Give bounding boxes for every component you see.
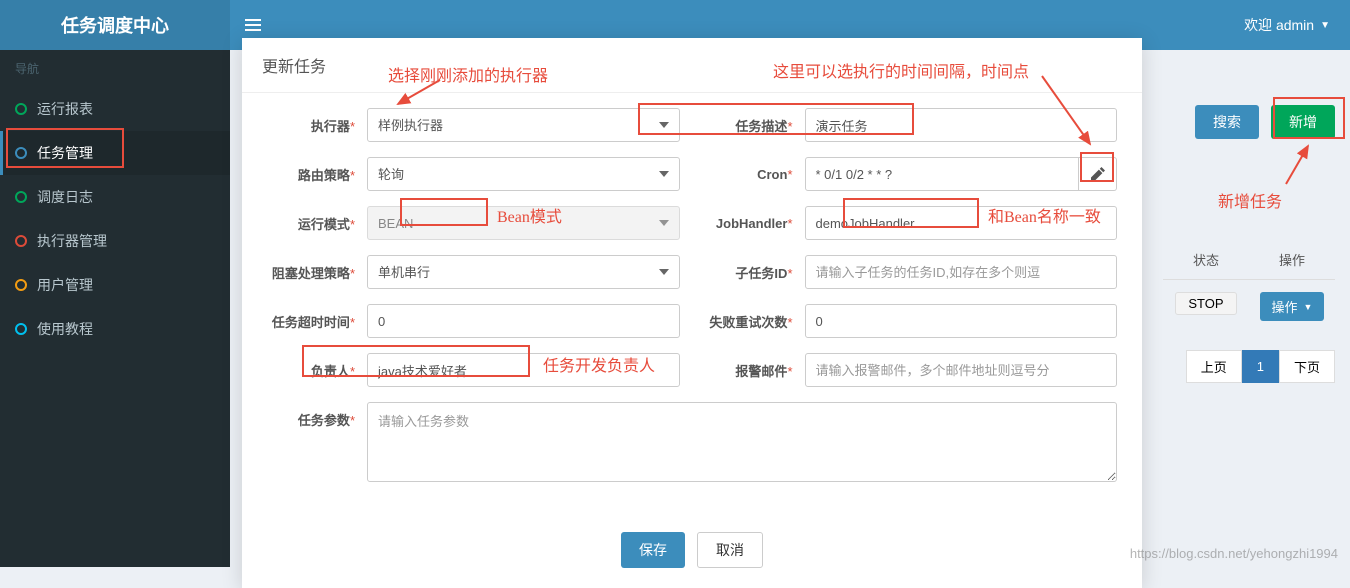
sidebar-item-label: 任务管理 — [37, 143, 93, 163]
executor-select[interactable]: 样例执行器 — [367, 108, 680, 142]
welcome-text: 欢迎 admin — [1244, 15, 1314, 35]
caret-down-icon: ▼ — [1320, 20, 1330, 31]
sidebar-item-label: 用户管理 — [37, 275, 93, 295]
route-select[interactable]: 轮询 — [367, 157, 680, 191]
cron-edit-button[interactable] — [1079, 157, 1117, 191]
mode-select[interactable]: BEAN — [367, 206, 680, 240]
block-select[interactable]: 单机串行 — [367, 255, 680, 289]
cron-input[interactable] — [805, 157, 1080, 191]
route-label: 路由策略* — [267, 165, 367, 184]
sidebar-item-executor[interactable]: 执行器管理 — [0, 219, 230, 263]
status-badge: STOP — [1175, 292, 1236, 315]
watermark: https://blog.csdn.net/yehongzhi1994 — [1130, 546, 1338, 561]
logo: 任务调度中心 — [0, 0, 230, 50]
page-1[interactable]: 1 — [1242, 350, 1279, 383]
table-header-status: 状态 — [1163, 240, 1249, 280]
alarm-label: 报警邮件* — [705, 361, 805, 380]
desc-input[interactable] — [805, 108, 1118, 142]
handler-label: JobHandler* — [705, 216, 805, 231]
sidebar-item-tutorial[interactable]: 使用教程 — [0, 307, 230, 351]
block-label: 阻塞处理策略* — [267, 263, 367, 282]
pencil-icon — [1091, 167, 1105, 181]
nav-header: 导航 — [0, 50, 230, 87]
executor-label: 执行器* — [267, 116, 367, 135]
update-task-modal: 更新任务 执行器* 样例执行器 任务描述* 路由策略* 轮询 Cron* — [242, 38, 1142, 588]
mode-label: 运行模式* — [267, 214, 367, 233]
sidebar-item-label: 运行报表 — [37, 99, 93, 119]
cancel-button[interactable]: 取消 — [697, 532, 763, 568]
user-menu[interactable]: 欢迎 admin ▼ — [1244, 15, 1350, 35]
sidebar-item-label: 调度日志 — [37, 187, 93, 207]
sidebar-item-label: 执行器管理 — [37, 231, 107, 251]
owner-input[interactable] — [367, 353, 680, 387]
handler-input[interactable] — [805, 206, 1118, 240]
desc-label: 任务描述* — [705, 116, 805, 135]
circle-icon — [15, 147, 27, 159]
timeout-label: 任务超时时间* — [267, 312, 367, 331]
circle-icon — [15, 279, 27, 291]
params-textarea[interactable] — [367, 402, 1117, 482]
retry-label: 失败重试次数* — [705, 312, 805, 331]
page-prev[interactable]: 上页 — [1186, 350, 1242, 383]
alarm-input[interactable] — [805, 353, 1118, 387]
sidebar-item-task[interactable]: 任务管理 — [0, 131, 230, 175]
subtask-input[interactable] — [805, 255, 1118, 289]
circle-icon — [15, 103, 27, 115]
sidebar-item-user[interactable]: 用户管理 — [0, 263, 230, 307]
page-next[interactable]: 下页 — [1279, 350, 1335, 383]
sidebar-item-report[interactable]: 运行报表 — [0, 87, 230, 131]
sidebar-item-log[interactable]: 调度日志 — [0, 175, 230, 219]
add-button[interactable]: 新增 — [1271, 105, 1335, 139]
owner-label: 负责人* — [267, 361, 367, 380]
timeout-input[interactable] — [367, 304, 680, 338]
sidebar-item-label: 使用教程 — [37, 319, 93, 339]
params-label: 任务参数* — [267, 402, 367, 429]
row-op-button[interactable]: 操作▼ — [1260, 292, 1325, 321]
search-button[interactable]: 搜索 — [1195, 105, 1259, 139]
modal-title: 更新任务 — [242, 38, 1142, 93]
retry-input[interactable] — [805, 304, 1118, 338]
cron-label: Cron* — [705, 167, 805, 182]
circle-icon — [15, 323, 27, 335]
circle-icon — [15, 191, 27, 203]
subtask-label: 子任务ID* — [705, 263, 805, 282]
circle-icon — [15, 235, 27, 247]
table-header-op: 操作 — [1249, 240, 1335, 280]
save-button[interactable]: 保存 — [621, 532, 685, 568]
